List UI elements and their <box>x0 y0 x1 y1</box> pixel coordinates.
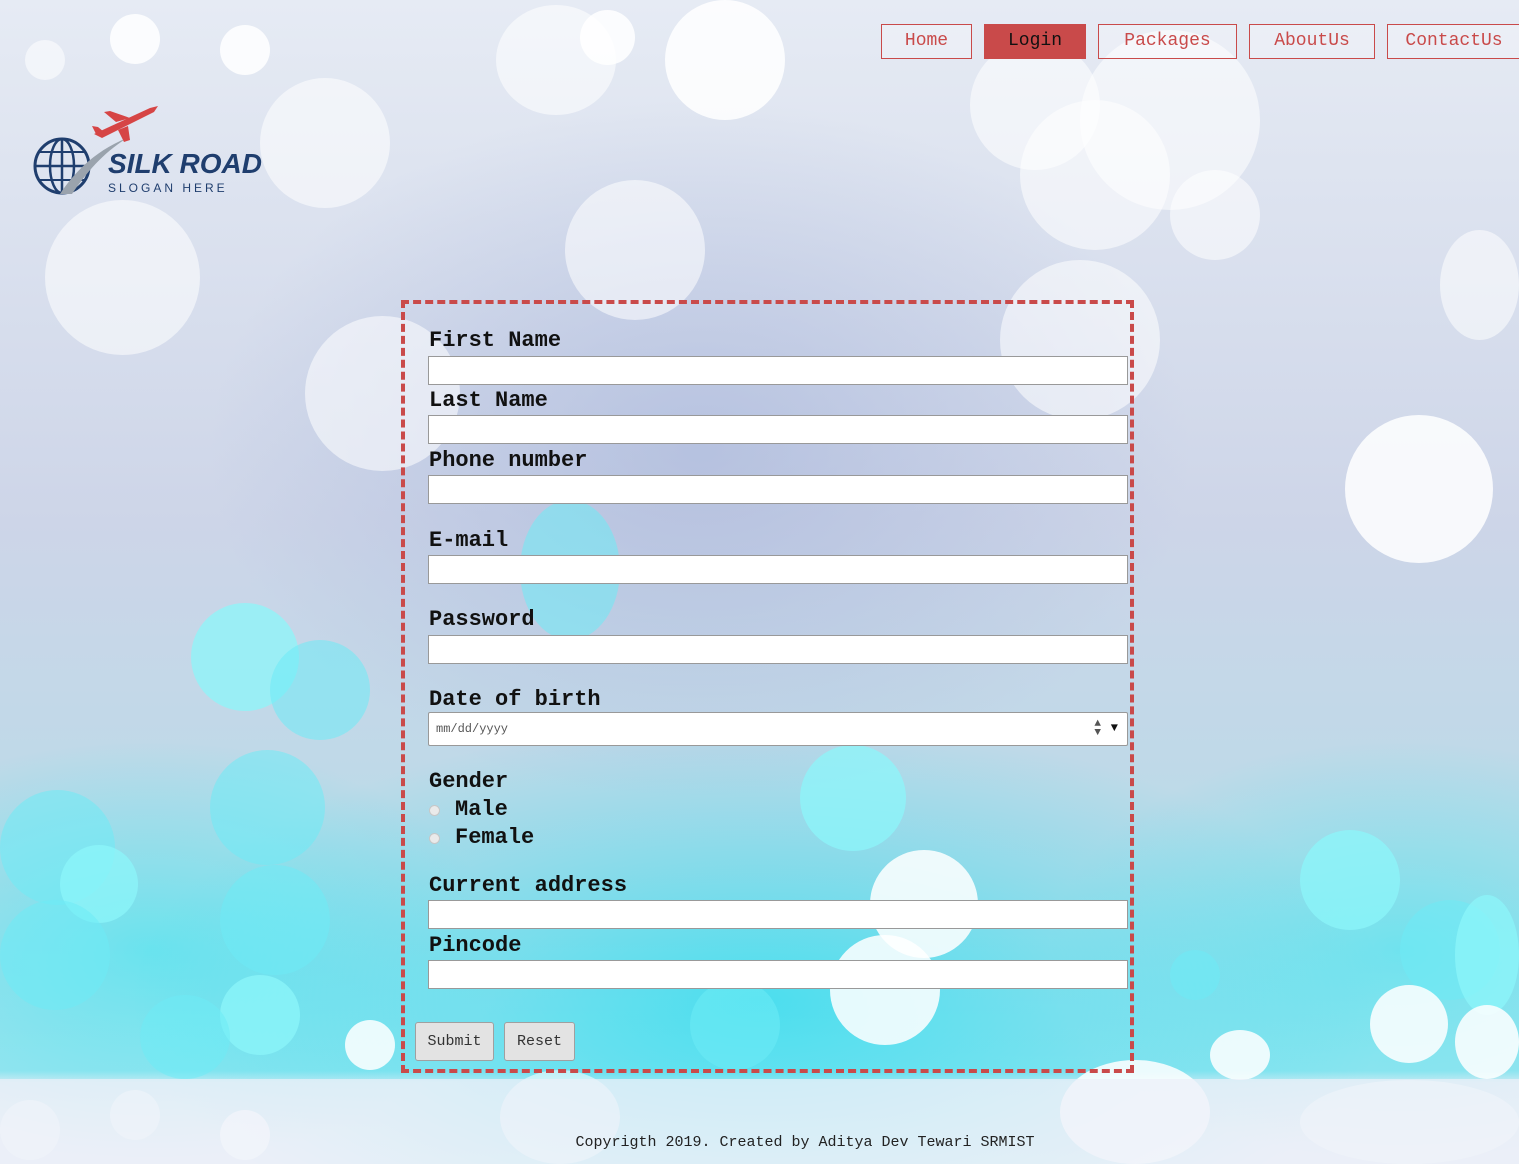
female-radio-label: Female <box>455 825 535 850</box>
male-radio-label: Male <box>455 797 508 822</box>
gender-option-female[interactable]: Female <box>429 825 534 851</box>
male-radio[interactable] <box>429 804 440 816</box>
nav-aboutus-link[interactable]: AboutUs <box>1249 24 1375 59</box>
nav-login-link[interactable]: Login <box>984 24 1086 59</box>
dob-label: Date of birth <box>429 687 601 712</box>
reset-button[interactable]: Reset <box>504 1022 575 1061</box>
first-name-input[interactable] <box>428 356 1128 385</box>
dropdown-arrow-icon[interactable]: ▼ <box>1111 721 1118 735</box>
password-input[interactable] <box>428 635 1128 664</box>
email-input[interactable] <box>428 555 1128 584</box>
password-label: Password <box>429 607 535 632</box>
email-label: E-mail <box>429 528 509 553</box>
nav-home-link[interactable]: Home <box>881 24 972 59</box>
registration-form: First Name Last Name Phone number E-mail… <box>401 300 1134 1073</box>
spinner-arrows-icon[interactable]: ▲ ▼ <box>1094 719 1101 739</box>
address-input[interactable] <box>428 900 1128 929</box>
address-label: Current address <box>429 873 628 898</box>
last-name-label: Last Name <box>429 388 548 413</box>
dob-date-input[interactable]: mm/dd/yyyy ▲ ▼ ▼ <box>428 712 1128 746</box>
first-name-label: First Name <box>429 328 562 353</box>
nav-contactus-link[interactable]: ContactUs <box>1387 24 1519 59</box>
logo-slogan: SLOGAN HERE <box>108 181 228 195</box>
last-name-input[interactable] <box>428 415 1128 444</box>
gender-option-male[interactable]: Male <box>429 797 508 823</box>
logo-title: SILK ROAD <box>108 148 262 179</box>
copyright-text: Copyrigth 2019. Created by Aditya Dev Te… <box>575 1134 1035 1151</box>
female-radio[interactable] <box>429 832 440 844</box>
dob-placeholder: mm/dd/yyyy <box>436 722 509 736</box>
submit-button[interactable]: Submit <box>415 1022 494 1061</box>
pincode-input[interactable] <box>428 960 1128 989</box>
main-nav: Home Login Packages AboutUs ContactUs <box>881 24 1519 59</box>
nav-packages-link[interactable]: Packages <box>1098 24 1237 59</box>
pincode-label: Pincode <box>429 933 522 958</box>
phone-label: Phone number <box>429 448 588 473</box>
site-logo: SILK ROAD SLOGAN HERE <box>32 104 262 200</box>
phone-input[interactable] <box>428 475 1128 504</box>
gender-label: Gender <box>429 769 509 794</box>
